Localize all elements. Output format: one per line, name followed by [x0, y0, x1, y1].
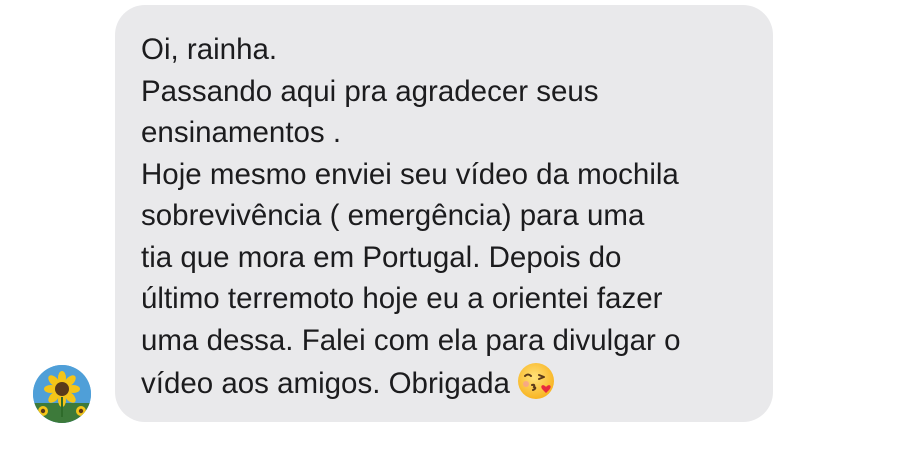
message-line: sobrevivência ( emergência) para uma — [141, 199, 645, 232]
message-line: ensinamentos . — [141, 116, 342, 149]
message-bubble[interactable]: Oi, rainha. Passando aqui pra agradecer … — [115, 5, 773, 422]
message-line: Oi, rainha. — [141, 33, 278, 66]
sunflower-avatar-icon — [33, 365, 91, 423]
message-line: Passando aqui pra agradecer seus — [141, 74, 599, 108]
message-line-text: vídeo aos amigos. Obrigada — [141, 367, 510, 400]
message-line: Hoje mesmo enviei seu vídeo da mochila — [141, 157, 679, 191]
message-line: uma dessa. Falei com ela para divulgar o — [141, 323, 681, 357]
message-thread: Oi, rainha. Passando aqui pra agradecer … — [0, 0, 900, 450]
face-blowing-a-kiss-icon — [516, 361, 556, 401]
sender-avatar[interactable] — [33, 365, 91, 423]
message-line: último terremoto hoje eu a orientei faze… — [141, 282, 663, 315]
message-line-last: vídeo aos amigos. Obrigada — [141, 361, 753, 405]
message-line: tia que mora em Portugal. Depois do — [141, 240, 622, 274]
